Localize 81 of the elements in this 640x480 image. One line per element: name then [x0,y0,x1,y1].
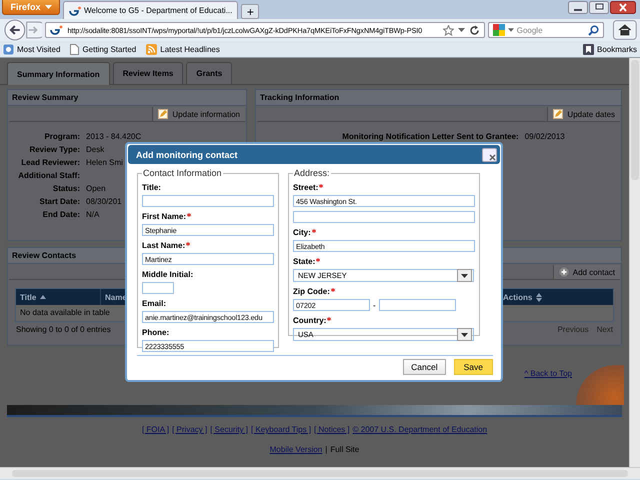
dialog-button[interactable]: Save [454,359,493,375]
field-value: Desk [86,145,104,155]
panel-title: Review Summary [8,90,246,106]
field-label: End Date: [42,210,80,220]
field-value: N/A [86,210,100,220]
decorative-image [576,365,624,405]
field-label: Status: [52,184,80,194]
page-icon [70,44,80,54]
field-value: 08/30/201 [86,197,122,207]
bookmark-item[interactable]: Latest Headlines [146,44,220,54]
field-label: Review Type: [28,145,80,155]
text-field[interactable] [142,282,174,294]
plus-icon [558,267,569,277]
field-label: Middle Initial: [142,270,194,280]
caret-icon [44,5,52,9]
pencil-icon [553,109,564,119]
bookmark-item[interactable]: Getting Started [70,44,136,54]
star-icon[interactable] [442,24,454,36]
browser-tab[interactable]: Welcome to G5 - Department of Educati... [63,1,238,19]
field-label: Lead Reviewer: [20,158,80,168]
bookmark-item[interactable]: Most Visited [3,44,60,54]
text-field[interactable] [378,299,456,311]
dropdown-icon[interactable] [458,28,465,32]
fieldset-legend: Contact Information [142,168,223,178]
add-contact-button[interactable]: Add contact [552,265,620,279]
back-icon[interactable] [3,19,42,41]
field-label: Zip Code: [293,287,330,297]
field-value: Helen Smi [86,158,123,168]
dialog-title: Add monitoring contact [136,150,238,160]
text-field[interactable] [293,211,475,223]
field-label: City: [293,228,311,238]
fieldset-legend: Address: [293,168,331,178]
field-label: Program: [43,132,80,142]
home-icon[interactable] [613,20,637,40]
search-engine-icon [492,24,505,36]
vertical-scrollbar[interactable] [629,58,640,467]
column-header[interactable]: Actions [499,289,614,305]
text-field[interactable] [142,195,274,207]
reload-icon[interactable] [468,24,480,36]
close-icon[interactable] [610,1,636,14]
full-site-label: Full Site [330,445,360,454]
field-label: Additional Staff: [17,171,80,181]
dialog-button[interactable]: Cancel [403,359,446,375]
sort-up-icon [40,295,46,299]
table-info: Showing 0 to 0 of 0 entries [16,325,111,334]
field-label: Phone: [142,328,170,338]
field-label: Monitoring Notification Letter Sent to Grantee: [342,132,519,142]
field-value: 2013 - 84.420C [86,132,142,142]
panel-action-button[interactable]: Update dates [547,107,620,121]
field-label: Start Date: [38,197,80,207]
sort-icon [536,292,542,302]
rss-feed-icon [146,44,158,54]
dropdown-icon[interactable] [508,28,514,32]
field-label: Last Name: [142,241,186,251]
field-value: Open [86,184,106,194]
site-logo-icon [50,25,64,35]
horizontal-scrollbar[interactable] [0,467,640,479]
page-tab[interactable]: Review Items [112,62,184,84]
panel-title: Tracking Information [256,90,622,106]
panel-action-button[interactable]: Update information [152,107,245,121]
new-tab-button[interactable]: + [241,4,260,19]
bookmark-folder-icon [3,44,14,54]
search-icon[interactable] [588,24,600,36]
search-field[interactable]: Google [488,22,604,38]
field-label: First Name: [142,212,186,222]
field-label: Title: [142,183,161,193]
field-value: 09/02/2013 [524,132,565,142]
field-label: Street: [293,183,318,193]
minimize-icon[interactable] [568,1,588,14]
separator: | [325,445,328,454]
field-label: State: [293,257,316,267]
bookmarks-menu-button[interactable]: Bookmarks [582,44,637,54]
close-button[interactable] [482,148,497,162]
pencil-icon [158,109,168,119]
maximize-icon[interactable] [589,1,609,14]
bookmarks-icon [582,44,594,54]
site-logo-icon [69,6,81,16]
separator: - [373,300,376,310]
page-tab[interactable]: Summary Information [7,62,110,85]
page-tab[interactable]: Grants [186,62,232,84]
close-icon [489,154,496,160]
